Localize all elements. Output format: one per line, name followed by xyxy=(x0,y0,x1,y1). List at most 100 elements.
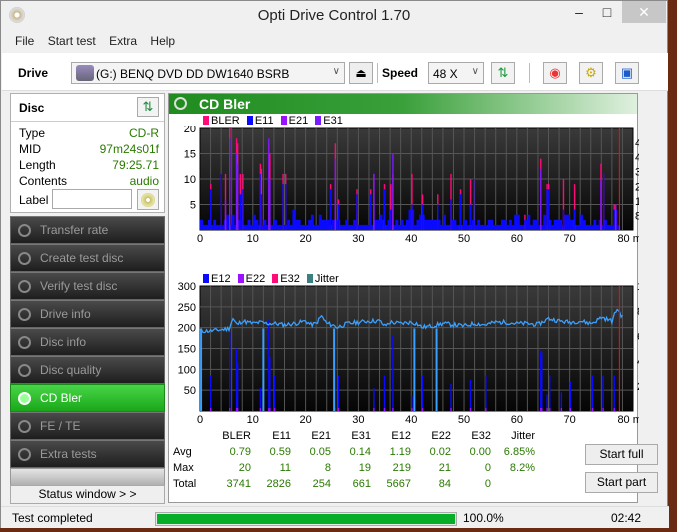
e11-bar xyxy=(292,209,296,230)
nav-item-disc-quality[interactable]: Disc quality xyxy=(10,356,165,384)
drive-value: (G:) BENQ DVD DD DW1640 BSRB xyxy=(96,67,290,81)
nav-item-cd-bler[interactable]: CD Bler xyxy=(10,384,165,412)
disc-label-button[interactable] xyxy=(137,189,159,210)
x-tick-label: 70 xyxy=(564,233,576,245)
y-tick-label: 200 xyxy=(178,323,196,335)
erase-icon: ◉ xyxy=(549,65,561,80)
e11-bar xyxy=(603,219,607,230)
e11-bar xyxy=(511,224,515,230)
save-button[interactable]: ▣ xyxy=(615,62,639,84)
y-tick-label: 250 xyxy=(178,302,196,314)
save-icon: ▣ xyxy=(620,65,634,80)
e11-bar xyxy=(485,224,489,230)
e11-bar xyxy=(400,219,404,230)
e11-bar xyxy=(424,219,428,230)
bler-chart: 0 10 20 30 40 50 60 70 80 min 5 10 15 20 8 X 16 X 24 X 3… xyxy=(184,126,639,245)
title-bar: Opti Drive Control 1.70 – □ ✕ xyxy=(1,1,667,31)
e11-bar xyxy=(339,224,343,230)
e12-bar xyxy=(541,352,543,411)
nav-item-verify-test-disc[interactable]: Verify test disc xyxy=(10,272,165,300)
eject-button[interactable]: ⏏ xyxy=(349,62,373,84)
e11-bar xyxy=(287,219,291,230)
disc-value: CD-R xyxy=(129,126,159,140)
stats-value: 21 xyxy=(438,462,451,474)
drive-icon xyxy=(76,65,94,81)
disc-row-contents: Contents audio xyxy=(19,174,159,190)
e11-bar xyxy=(347,224,351,230)
disc-icon xyxy=(18,308,31,321)
e11-bar xyxy=(413,224,417,230)
nav-item-disc-info[interactable]: Disc info xyxy=(10,328,165,356)
toolbar-divider xyxy=(529,63,530,83)
nav-item-transfer-rate[interactable]: Transfer rate xyxy=(10,216,165,244)
stats-value: 0.05 xyxy=(309,446,331,458)
e11-bar xyxy=(450,199,452,230)
nav-item-extra-tests[interactable]: Extra tests xyxy=(10,440,165,468)
y2-tick-label: 8 X xyxy=(635,210,639,222)
status-window-button[interactable]: Status window > > xyxy=(10,485,165,504)
y2-tick-label: 32 X xyxy=(635,167,639,179)
menu-help[interactable]: Help xyxy=(145,31,180,48)
stats-column-header: E12 xyxy=(391,430,411,442)
e11-bar xyxy=(250,224,254,230)
e22-bar xyxy=(421,408,424,411)
e12-bar xyxy=(421,375,424,411)
e11-bar xyxy=(337,204,340,230)
erase-button[interactable]: ◉ xyxy=(543,62,567,84)
nav-label: Create test disc xyxy=(40,251,124,265)
speed-select[interactable]: 48 X ∨ xyxy=(428,62,484,84)
menu-extra[interactable]: Extra xyxy=(104,31,142,48)
nav-label: Drive info xyxy=(40,307,91,321)
y-tick-label: 150 xyxy=(178,344,196,356)
e11-bar xyxy=(285,184,287,230)
disc-icon xyxy=(18,448,31,461)
e12-bar xyxy=(373,388,375,411)
refresh-speed-button[interactable]: ⇅ xyxy=(491,62,515,84)
stats-column-header: E22 xyxy=(431,430,451,442)
label-input[interactable] xyxy=(52,189,132,209)
e11-bar xyxy=(353,219,357,230)
progress-fill xyxy=(157,514,455,524)
e31-bar xyxy=(392,153,394,230)
start-part-button[interactable]: Start part xyxy=(585,472,658,493)
e11-bar xyxy=(383,189,386,230)
legend-swatch-e11 xyxy=(246,116,253,125)
disc-row-mid: MID 97m24s01f xyxy=(19,142,159,158)
disc-row-type: Type CD-R xyxy=(19,126,159,142)
e12-bar xyxy=(210,375,212,411)
chevron-down-icon: ∨ xyxy=(332,66,340,77)
e11-bar xyxy=(282,184,284,230)
start-full-button[interactable]: Start full xyxy=(585,444,658,465)
e31-bar xyxy=(269,179,271,230)
e11-bar xyxy=(202,224,206,230)
disc-value: 97m24s01f xyxy=(99,142,159,156)
close-button[interactable]: ✕ xyxy=(622,1,666,23)
nav-label: Disc info xyxy=(40,335,87,349)
e11-bar xyxy=(271,224,275,230)
e11-bar xyxy=(440,224,444,230)
e11-bar xyxy=(474,224,478,230)
nav-item-drive-info[interactable]: Drive info xyxy=(10,300,165,328)
stats-value: 8 xyxy=(324,462,331,474)
y2-tick-label: 40 X xyxy=(635,152,639,164)
settings-button[interactable]: ⚙ xyxy=(579,62,603,84)
minimize-button[interactable]: – xyxy=(565,1,593,23)
nav-item-fe-te[interactable]: FE / TE xyxy=(10,412,165,440)
menu-file[interactable]: File xyxy=(1,31,39,48)
e11-bar xyxy=(376,219,380,230)
stats-column-header: E31 xyxy=(351,430,371,442)
e11-bar xyxy=(370,194,372,230)
e11-bar xyxy=(503,219,507,230)
e11-bar xyxy=(276,224,280,230)
e11-bar xyxy=(487,219,491,230)
refresh-disc-button[interactable]: ⇅ xyxy=(137,97,159,117)
maximize-button[interactable]: □ xyxy=(593,1,621,23)
e11-bar xyxy=(606,224,610,230)
drive-select[interactable]: (G:) BENQ DVD DD DW1640 BSRB ∨ xyxy=(71,62,345,84)
e11-bar xyxy=(573,209,576,230)
e12-bar xyxy=(383,375,386,411)
stats-row-label: Avg xyxy=(173,446,192,458)
nav-item-create-test-disc[interactable]: Create test disc xyxy=(10,244,165,272)
disc-row-length: Length 79:25.71 xyxy=(19,158,159,174)
menu-start-test[interactable]: Start test xyxy=(43,31,101,48)
